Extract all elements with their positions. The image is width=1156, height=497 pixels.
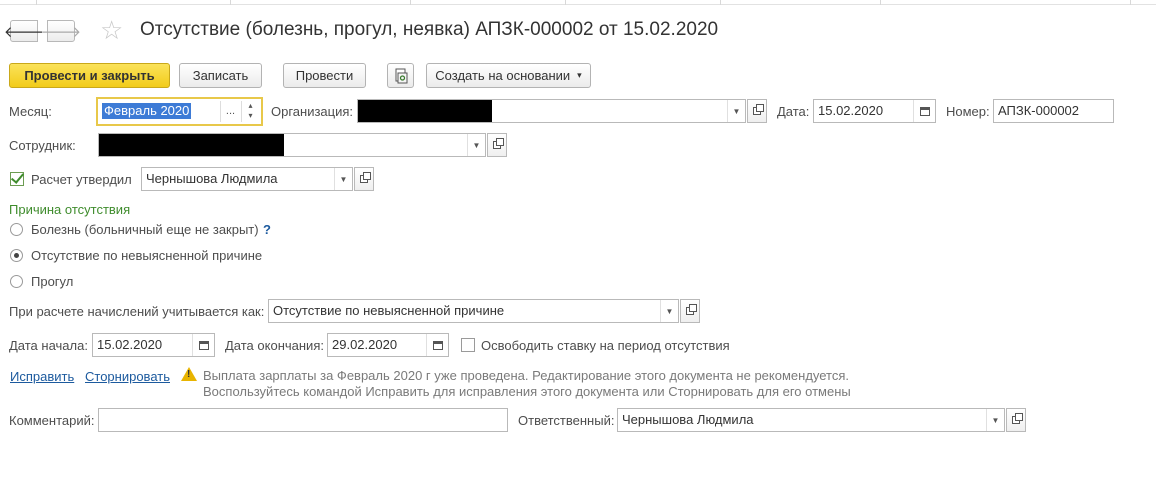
date-field[interactable]: 15.02.2020 [813,99,936,123]
dropdown-arrow-icon[interactable]: ▼ [467,134,485,156]
reason-radio-illness[interactable] [10,223,23,236]
month-field[interactable]: Февраль 2020 ... ▴ ▾ [96,97,263,126]
accrual-value: Отсутствие по невыясненной причине [273,303,505,318]
month-value: Февраль 2020 [102,103,192,119]
approved-label: Расчет утвердил [31,172,132,187]
number-label: Номер: [946,104,990,119]
month-select-button[interactable]: ... [220,101,240,122]
write-button[interactable]: Записать [179,63,262,88]
reason-section-header: Причина отсутствия [9,202,131,217]
redacted-block [358,100,492,122]
top-divider [0,0,1156,5]
favorite-star-icon[interactable]: ☆ [100,15,123,45]
number-value: АПЗК-000002 [998,103,1080,118]
fix-link[interactable]: Исправить [10,369,74,384]
arrow-left-icon: 🡐 [3,23,45,41]
employee-field[interactable]: ▼ [98,133,486,157]
print-preview-button[interactable] [387,63,414,88]
month-label: Месяц: [9,104,52,119]
open-employee-button[interactable] [487,133,507,157]
approver-field[interactable]: Чернышова Людмила ▼ [141,167,353,191]
release-rate-label[interactable]: Освободить ставку на период отсутствия [481,338,730,354]
approver-value: Чернышова Людмила [146,171,278,186]
post-button[interactable]: Провести [283,63,366,88]
organization-label: Организация: [271,104,354,119]
open-accrual-button[interactable] [680,299,700,323]
number-field[interactable]: АПЗК-000002 [993,99,1114,123]
start-date-label: Дата начала: [9,338,88,353]
redacted-block [99,134,284,156]
responsible-value: Чернышова Людмила [622,412,754,427]
open-approver-button[interactable] [354,167,374,191]
warning-icon: ! [181,367,197,381]
calendar-icon[interactable] [426,334,448,356]
back-button[interactable]: 🡐 [4,20,44,42]
warning-text-line1: Выплата зарплаты за Февраль 2020 г уже п… [203,368,850,383]
dropdown-arrow-icon[interactable]: ▼ [727,100,745,122]
post-and-close-button[interactable]: Провести и закрыть [9,63,170,88]
approved-checkbox[interactable] [10,172,24,186]
employee-label: Сотрудник: [9,138,76,153]
calendar-icon[interactable] [913,100,935,122]
calendar-icon[interactable] [192,334,214,356]
open-icon [753,104,764,115]
start-date-value: 15.02.2020 [97,337,163,352]
end-date-value: 29.02.2020 [332,337,398,352]
responsible-label: Ответственный: [518,413,615,428]
organization-field[interactable]: ▼ [357,99,746,123]
dropdown-arrow-icon[interactable]: ▼ [334,168,352,190]
help-icon[interactable]: ? [263,222,271,238]
accrual-label: При расчете начислений учитывается как: [9,304,265,319]
comment-field[interactable] [98,408,508,432]
forward-button[interactable]: 🡒 [41,20,81,42]
open-icon [360,172,371,183]
start-date-field[interactable]: 15.02.2020 [92,333,215,357]
chevron-down-icon: ▾ [577,70,582,80]
reason-radio-truancy[interactable] [10,275,23,288]
warning-text-line2: Воспользуйтесь командой Исправить для ис… [203,384,851,399]
reason-label-truancy[interactable]: Прогул [31,274,73,290]
accrual-field[interactable]: Отсутствие по невыясненной причине ▼ [268,299,679,323]
responsible-field[interactable]: Чернышова Людмила ▼ [617,408,1005,432]
open-icon [493,138,504,149]
date-value: 15.02.2020 [818,103,884,118]
dropdown-arrow-icon[interactable]: ▼ [986,409,1004,431]
end-date-field[interactable]: 29.02.2020 [327,333,449,357]
reason-radio-unexplained[interactable] [10,249,23,262]
reason-label-illness[interactable]: Болезнь (больничный еще не закрыт) [31,222,259,238]
reason-label-unexplained[interactable]: Отсутствие по невыясненной причине [31,248,262,264]
open-responsible-button[interactable] [1006,408,1026,432]
spin-down-icon[interactable]: ▾ [242,111,259,121]
date-label: Дата: [777,104,810,119]
arrow-right-icon: 🡒 [40,23,82,41]
month-spinner[interactable]: ▴ ▾ [241,101,259,122]
open-icon [1012,413,1023,424]
storno-link[interactable]: Сторнировать [85,369,170,384]
release-rate-checkbox[interactable] [461,338,475,352]
open-icon [686,304,697,315]
spin-up-icon[interactable]: ▴ [242,101,259,111]
document-print-icon [395,68,407,83]
end-date-label: Дата окончания: [225,338,324,353]
open-organization-button[interactable] [747,99,767,123]
create-based-on-button[interactable]: Создать на основании ▾ [426,63,591,88]
page-title: Отсутствие (болезнь, прогул, неявка) АПЗ… [140,19,719,40]
comment-label: Комментарий: [9,413,95,428]
dropdown-arrow-icon[interactable]: ▼ [660,300,678,322]
